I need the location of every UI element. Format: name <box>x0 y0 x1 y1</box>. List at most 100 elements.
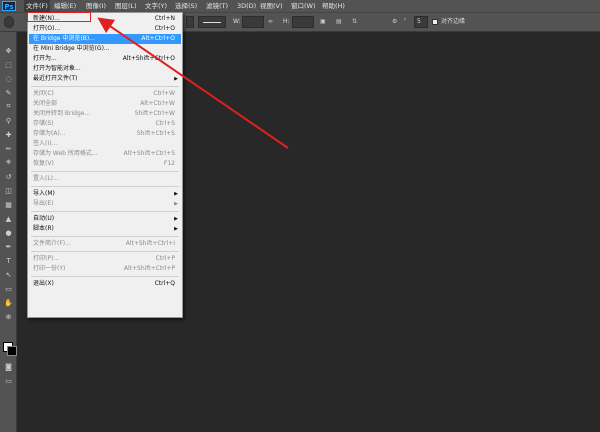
menu-item-label: 自动(U) <box>33 215 55 222</box>
gear-icon[interactable]: ⚙ <box>392 16 397 28</box>
height-input[interactable] <box>292 16 314 28</box>
menu-8[interactable]: 视图(V) <box>258 0 285 12</box>
menu-0[interactable]: 文件(F) <box>24 0 50 12</box>
link-icon[interactable]: ∞ <box>268 16 273 28</box>
gradient-icon[interactable]: ▦ <box>3 200 14 209</box>
file-menu-item: 关闭并转到 Bridge... Shift+Ctrl+W <box>29 109 181 119</box>
menu-item-label: 新建(N)... <box>33 15 60 22</box>
move-icon[interactable]: ✥ <box>3 46 14 55</box>
menu-4[interactable]: 文字(Y) <box>143 0 169 12</box>
file-menu-item[interactable]: 打开为智能对象... <box>29 64 181 74</box>
hand-icon[interactable]: ✋ <box>3 298 14 307</box>
file-menu-item[interactable]: 最近打开文件(T) ▶ <box>29 74 181 84</box>
menu-item-shortcut: Ctrl+Q <box>154 280 175 287</box>
menu-3[interactable]: 图层(L) <box>113 0 139 12</box>
menu-item-label: 退出(X) <box>33 280 54 287</box>
path-select-icon[interactable]: ↖ <box>3 270 14 279</box>
file-menu-item: 打印一份(Y) Alt+Shift+Ctrl+P <box>29 264 181 274</box>
eyedropper-icon[interactable]: ⚲ <box>3 116 14 125</box>
menu-item-label: 导出(E) <box>33 200 54 207</box>
healing-icon[interactable]: ✚ <box>3 130 14 139</box>
align-edges-checkbox[interactable] <box>432 19 438 25</box>
menu-item-shortcut: Ctrl+W <box>153 90 175 97</box>
quick-select-icon[interactable]: ✎ <box>3 88 14 97</box>
menu-item-shortcut: F12 <box>163 160 175 167</box>
pen-icon[interactable]: ✒ <box>3 242 14 251</box>
path-align-icon[interactable]: ▤ <box>336 16 342 28</box>
menu-item-label: 存储为 Web 所用格式... <box>33 150 98 157</box>
file-menu-item[interactable]: 新建(N)... Ctrl+N <box>29 14 181 24</box>
menu-10[interactable]: 帮助(H) <box>320 0 347 12</box>
file-menu-item: 文件简介(F)... Alt+Shift+Ctrl+I <box>29 239 181 249</box>
file-menu-item[interactable]: 在 Bridge 中浏览(B)... Alt+Ctrl+O <box>29 34 181 44</box>
menu-separator <box>31 186 179 187</box>
menu-item-shortcut: Alt+Shift+Ctrl+P <box>123 265 175 272</box>
menu-separator <box>31 276 179 277</box>
history-brush-icon[interactable]: ↺ <box>3 172 14 181</box>
menu-item-label: 在 Mini Bridge 中浏览(G)... <box>33 45 110 52</box>
align-edges-label: 对齐边缘 <box>441 18 466 25</box>
shape-icon[interactable]: ▭ <box>3 284 14 293</box>
path-arrange-icon[interactable]: ⇅ <box>352 16 357 28</box>
marquee-icon[interactable]: ⬚ <box>3 60 14 69</box>
file-menu-item: 打印(P)... Ctrl+P <box>29 254 181 264</box>
blur-icon[interactable]: ▲ <box>3 214 14 223</box>
menu-item-label: 关闭并转到 Bridge... <box>33 110 91 117</box>
width-input[interactable] <box>242 16 264 28</box>
menu-item-label: 关闭全部 <box>33 100 58 107</box>
file-menu-item[interactable]: 脚本(R) ▶ <box>29 224 181 234</box>
menu-item-shortcut: Ctrl+S <box>155 120 175 127</box>
file-menu-item[interactable]: 在 Mini Bridge 中浏览(G)... <box>29 44 181 54</box>
file-menu-item[interactable]: 打开为... Alt+Shift+Ctrl+O <box>29 54 181 64</box>
menu-separator <box>31 251 179 252</box>
menu-item-label: 置入(L)... <box>33 175 59 182</box>
radius-label: ⌜ <box>404 16 407 28</box>
width-label: W: <box>233 18 241 25</box>
file-menu-item: 恢复(V) F12 <box>29 159 181 169</box>
menu-item-label: 打印一份(Y) <box>33 265 66 272</box>
menu-item-label: 存储为(A)... <box>33 130 66 137</box>
background-color-swatch[interactable] <box>7 346 17 356</box>
zoom-icon[interactable]: ⊕ <box>3 312 14 321</box>
file-menu-item: 关闭(C) Ctrl+W <box>29 89 181 99</box>
stroke-line-icon <box>203 22 221 23</box>
eraser-icon[interactable]: ◫ <box>3 186 14 195</box>
stroke-size-input[interactable]: 5 <box>414 16 428 28</box>
shape-mode-dropdown[interactable] <box>186 16 194 28</box>
menu-5[interactable]: 选择(S) <box>173 0 199 12</box>
menu-item-label: 关闭(C) <box>33 90 54 97</box>
type-icon[interactable]: T <box>3 256 14 265</box>
file-menu-item: 关闭全部 Alt+Ctrl+W <box>29 99 181 109</box>
stamp-icon[interactable]: ⎈ <box>3 158 14 167</box>
menu-6[interactable]: 滤镜(T) <box>204 0 230 12</box>
dodge-icon[interactable]: ● <box>3 228 14 237</box>
crop-icon[interactable]: ⌗ <box>3 102 14 111</box>
file-menu-item[interactable]: 打开(O)... Ctrl+O <box>29 24 181 34</box>
menu-item-label: 导入(M) <box>33 190 55 197</box>
menu-separator <box>31 86 179 87</box>
menu-item-shortcut: Alt+Shift+Ctrl+I <box>125 240 175 247</box>
lasso-icon[interactable]: ◌ <box>3 74 14 83</box>
menu-1[interactable]: 编辑(E) <box>52 0 78 12</box>
corner-icon: ⌜ <box>404 18 407 25</box>
tool-preset-icon[interactable] <box>4 16 14 28</box>
submenu-arrow-icon: ▶ <box>174 216 178 222</box>
screen-mode-icon[interactable]: ▭ <box>3 376 14 385</box>
file-menu-item[interactable]: 退出(X) Ctrl+Q <box>29 279 181 289</box>
menu-item-label: 文件简介(F)... <box>33 240 71 247</box>
file-menu-item: 存储为(A)... Shift+Ctrl+S <box>29 129 181 139</box>
brush-icon[interactable]: ✏ <box>3 144 14 153</box>
menu-separator <box>31 236 179 237</box>
file-menu-item[interactable]: 自动(U) ▶ <box>29 214 181 224</box>
path-ops-icon[interactable]: ▣ <box>320 16 326 28</box>
menu-9[interactable]: 窗口(W) <box>289 0 318 12</box>
menu-item-shortcut: Alt+Ctrl+O <box>141 35 175 42</box>
file-menu-item[interactable]: 导入(M) ▶ <box>29 189 181 199</box>
quick-mask-icon[interactable]: ◙ <box>3 362 14 371</box>
menu-item-label: 脚本(R) <box>33 225 54 232</box>
submenu-arrow-icon: ▶ <box>174 76 178 82</box>
stroke-type-dropdown[interactable] <box>198 16 226 28</box>
menu-2[interactable]: 图像(I) <box>84 0 108 12</box>
menu-item-label: 打开为智能对象... <box>33 65 81 72</box>
menu-7[interactable]: 3D(D) <box>235 0 258 12</box>
